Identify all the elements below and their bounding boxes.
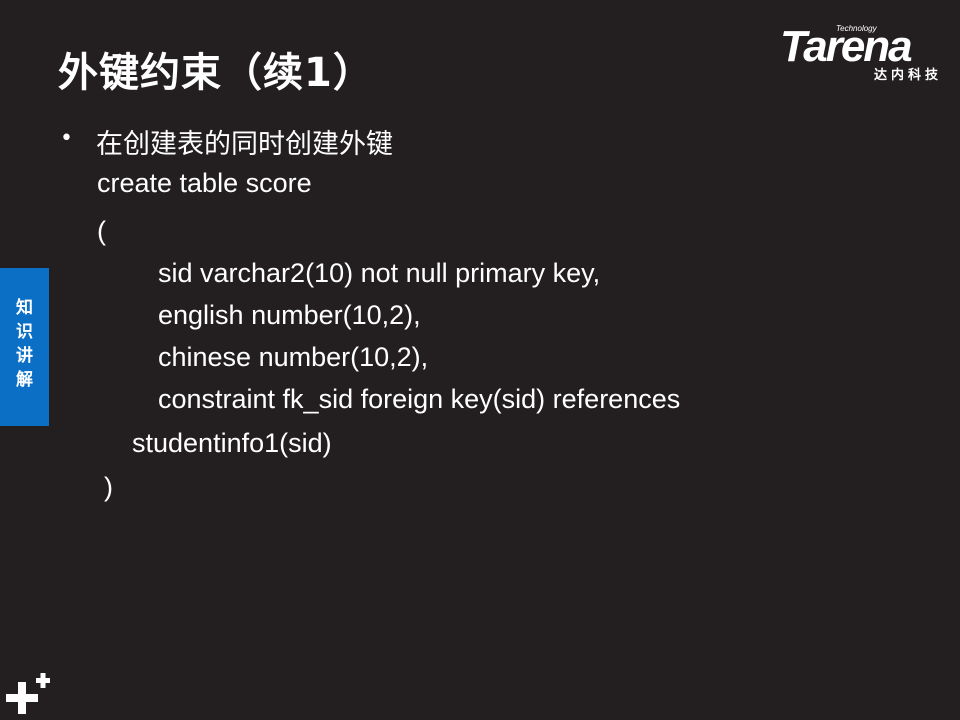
knowledge-section-tab: 知识讲解 — [0, 268, 49, 426]
plus-plus-icon — [6, 673, 50, 714]
side-tab-label: 知识讲解 — [0, 296, 49, 392]
code-line: constraint fk_sid foreign key(sid) refer… — [158, 384, 681, 414]
side-tab-char: 知 — [16, 298, 33, 318]
bullet-text: 在创建表的同时创建外键 — [96, 129, 393, 160]
logo-tagline: Technology — [836, 24, 877, 33]
bullet-dot-icon: • — [60, 126, 73, 151]
code-line: ( — [97, 216, 106, 246]
slide-title: 外键约束（续1） — [58, 50, 374, 96]
logo-chinese-name: 达内科技 — [873, 68, 942, 83]
side-tab-char: 识 — [16, 322, 33, 342]
side-tab-char: 讲 — [16, 346, 33, 366]
code-line: studentinfo1(sid) — [132, 428, 332, 458]
code-line: english number(10,2), — [158, 300, 421, 330]
tarena-logo: Tarena Technology 达内科技 — [780, 22, 948, 84]
slide: 外键约束（续1） Tarena Technology 达内科技 知识讲解 • 在… — [0, 0, 960, 720]
code-line: chinese number(10,2), — [158, 342, 429, 372]
code-line: create table score — [97, 168, 312, 198]
code-line: sid varchar2(10) not null primary key, — [158, 258, 601, 288]
code-line: ) — [104, 472, 113, 502]
side-tab-char: 解 — [16, 370, 33, 390]
